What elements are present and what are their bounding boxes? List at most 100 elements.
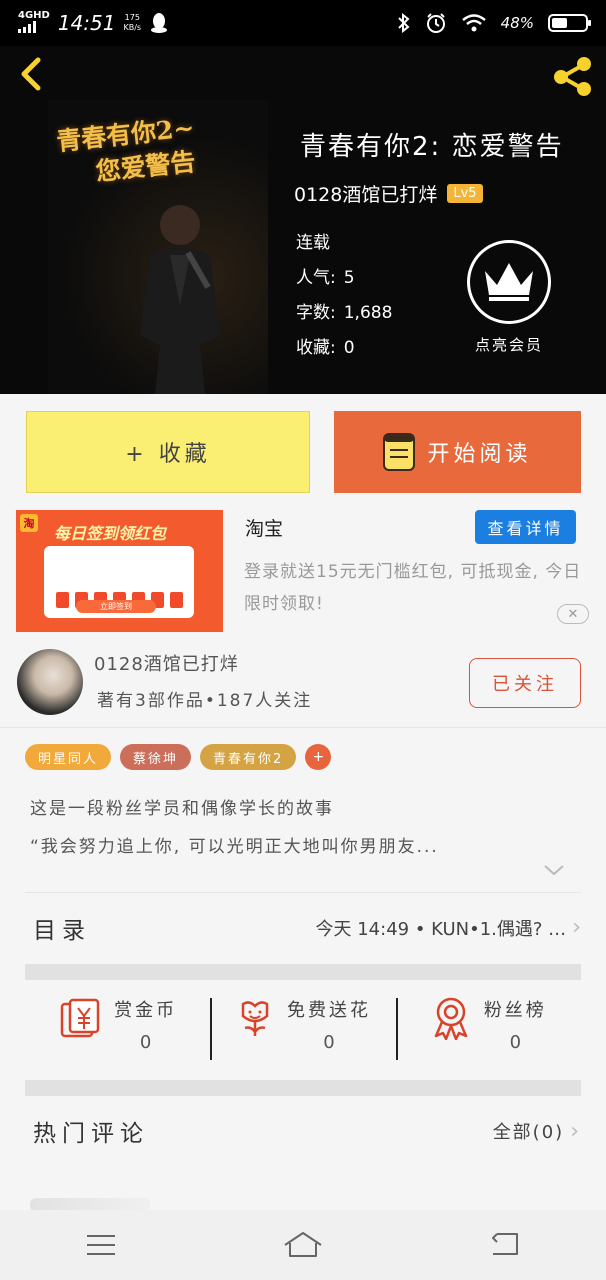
medal-icon <box>434 997 468 1040</box>
red-envelope-icon <box>170 592 183 608</box>
gift-count: 0 <box>509 1032 522 1053</box>
ad-cta[interactable]: 立即签到 <box>76 600 156 613</box>
qq-penguin-icon <box>151 13 168 33</box>
cover-title: 青春有你2~ 您爱警告 <box>55 111 200 193</box>
chevron-right-icon: › <box>570 1118 581 1144</box>
start-reading-button[interactable]: 开始阅读 <box>334 411 581 493</box>
cover-figure-image <box>140 205 220 394</box>
words-value: 1,688 <box>343 303 393 323</box>
gift-count: 0 <box>323 1032 335 1053</box>
book-description: 这是一段粉丝学员和偶像学长的故事 “我会努力追上你, 可以光明正大地叫你男朋友.… <box>30 790 590 866</box>
gift-label: 免费送花 <box>286 1000 371 1021</box>
book-status: 连载 <box>296 233 330 253</box>
back-nav-button[interactable] <box>475 1220 535 1270</box>
crown-icon <box>485 263 533 301</box>
system-nav-bar <box>0 1210 606 1280</box>
action-bar: + 收藏 开始阅读 <box>0 394 606 504</box>
start-reading-label: 开始阅读 <box>427 442 532 467</box>
ad-close-button[interactable]: ✕ <box>557 604 589 624</box>
all-comments-label: 全部(0) <box>492 1122 565 1143</box>
share-button[interactable] <box>550 56 596 96</box>
network-speed: 175 KB/s <box>123 13 141 33</box>
section-divider <box>25 964 581 980</box>
book-meta: 连载 人气: 5 字数: 1,688 收藏: 0 <box>296 226 392 366</box>
ad-detail-button[interactable]: 查看详情 <box>475 510 576 544</box>
latest-chapter-text: 今天 14:49 • KUN•1.偶遇? … <box>315 918 567 940</box>
network-indicator: 4GHD <box>18 10 50 36</box>
catalog-row[interactable]: 目录 今天 14:49 • KUN•1.偶遇? … › <box>25 892 581 962</box>
favorites-label: 收藏: <box>296 338 336 358</box>
red-envelope-icon <box>56 592 69 608</box>
book-icon <box>383 433 416 471</box>
follow-button[interactable]: 已关注 <box>469 658 581 708</box>
battery-icon <box>548 14 591 32</box>
catalog-label: 目录 <box>33 917 91 944</box>
bluetooth-icon <box>397 13 410 33</box>
status-bar: 4GHD 14:51 175 KB/s 48% <box>0 0 606 46</box>
ad-banner[interactable]: 淘 每日签到领红包 立即签到 淘宝 查看详情 登录就送15元无门槛红包, 可抵现… <box>0 504 606 642</box>
vip-label: 点亮会员 <box>474 336 543 354</box>
add-tag-button[interactable]: + <box>305 744 332 770</box>
ad-text: 登录就送15元无门槛红包, 可抵现金, 今日限时领取! <box>244 562 582 614</box>
description-line2: “我会努力追上你, 可以光明正大地叫你男朋友... <box>30 837 439 857</box>
all-comments-link[interactable]: 全部(0) › <box>493 1118 581 1144</box>
book-header: 青春有你2~ 您爱警告 青春有你2: 恋爱警告 0128酒馆已打烊 Lv5 连载… <box>0 46 606 394</box>
battery-percent: 48% <box>500 14 534 32</box>
tag-chip[interactable]: 青春有你2 <box>200 744 297 770</box>
ad-headline: 每日签到领红包 <box>54 524 167 543</box>
gift-flower-button[interactable]: 免费送花 0 <box>210 984 395 1078</box>
book-cover[interactable]: 青春有你2~ 您爱警告 <box>48 100 268 394</box>
gift-row: 赏金币 0 免费送花 0 粉丝榜 0 <box>25 984 581 1078</box>
words-row: 字数: 1,688 <box>296 296 392 331</box>
add-favorite-button[interactable]: + 收藏 <box>26 411 310 493</box>
author-card[interactable]: 0128酒馆已打烊 著有3部作品•187人关注 已关注 <box>0 642 606 728</box>
battery-fill <box>552 18 568 28</box>
gift-coins-button[interactable]: 赏金币 0 <box>25 984 210 1078</box>
gift-label: 赏金币 <box>114 1000 178 1021</box>
description-line1: 这是一段粉丝学员和偶像学长的故事 <box>30 799 334 819</box>
ad-source: 淘宝 <box>245 518 284 540</box>
network-type: 4GHD <box>18 10 50 21</box>
latest-chapter: 今天 14:49 • KUN•1.偶遇? … › <box>316 915 582 941</box>
gift-label: 粉丝榜 <box>483 1000 547 1021</box>
author-card-stats: 著有3部作品•187人关注 <box>97 691 313 711</box>
vip-button[interactable]: 点亮会员 <box>467 240 551 355</box>
expand-chevron-icon[interactable] <box>543 862 565 878</box>
tag-list: 明星同人 蔡徐坤 青春有你2 + <box>25 744 332 770</box>
words-label: 字数: <box>296 303 336 323</box>
author-card-name: 0128酒馆已打烊 <box>94 654 239 675</box>
wifi-icon <box>461 14 486 32</box>
tag-chip[interactable]: 明星同人 <box>25 744 112 770</box>
signal-icon <box>18 21 36 33</box>
share-icon <box>554 57 591 96</box>
fan-ranking-button[interactable]: 粉丝榜 0 <box>395 984 581 1078</box>
home-icon <box>284 1232 322 1257</box>
popularity-label: 人气: <box>296 268 336 288</box>
back-button[interactable] <box>12 54 52 94</box>
speed-value: 175 <box>124 13 140 22</box>
ad-logo: 淘 <box>20 514 38 532</box>
menu-icon <box>87 1235 115 1255</box>
book-title: 青春有你2: 恋爱警告 <box>300 132 564 162</box>
red-envelope-icon <box>60 998 100 1038</box>
back-arrow-icon <box>21 57 41 91</box>
tag-chip[interactable]: 蔡徐坤 <box>120 744 192 770</box>
chevron-right-icon: › <box>572 915 581 940</box>
book-author[interactable]: 0128酒馆已打烊 Lv5 <box>294 180 483 207</box>
alarm-icon <box>426 13 445 33</box>
menu-button[interactable] <box>71 1220 131 1270</box>
level-badge: Lv5 <box>447 184 483 203</box>
clock: 14:51 <box>57 11 116 35</box>
avatar[interactable] <box>17 649 83 715</box>
author-name: 0128酒馆已打烊 <box>294 184 438 206</box>
hot-comments-title: 热门评论 <box>33 1121 149 1147</box>
favorites-row: 收藏: 0 <box>296 331 392 366</box>
home-button[interactable] <box>273 1220 333 1270</box>
return-icon <box>492 1233 518 1255</box>
section-divider <box>25 1080 581 1096</box>
popularity-row: 人气: 5 <box>296 261 392 296</box>
speed-unit: KB/s <box>123 23 142 32</box>
hot-comments-header[interactable]: 热门评论 全部(0) › <box>25 1096 581 1166</box>
popularity-value: 5 <box>343 268 355 288</box>
ad-image[interactable]: 淘 每日签到领红包 立即签到 <box>16 510 223 632</box>
